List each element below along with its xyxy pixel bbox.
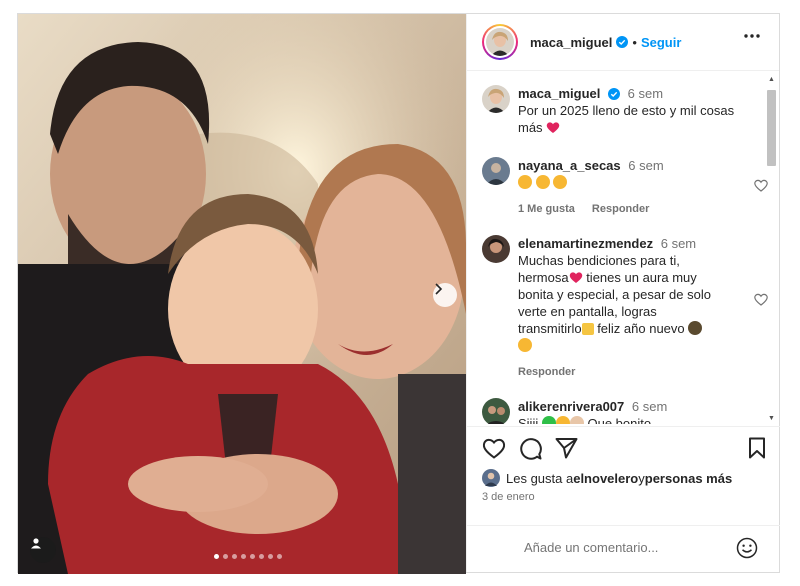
author-avatar-ring[interactable]	[482, 24, 518, 60]
carousel-dot	[223, 554, 228, 559]
comment-icon[interactable]	[519, 437, 542, 460]
comment-text-line: transmitirlo	[518, 321, 582, 336]
comment-time[interactable]: 6 sem	[628, 158, 663, 173]
comment-text-head: Siiii	[518, 416, 539, 424]
comment-text-line: hermosa	[518, 270, 569, 285]
comment-item: nayana_a_secas 6 sem 1 Me gusta Responde…	[482, 157, 768, 218]
comment-item: alikerenrivera007 6 sem Siiii Que bonito	[482, 398, 752, 424]
more-horizontal-icon[interactable]	[743, 33, 761, 39]
send-icon[interactable]	[555, 437, 578, 459]
carousel-dot	[259, 554, 264, 559]
likes-prefix: Les gusta a	[506, 470, 574, 486]
heart-icon[interactable]	[482, 437, 506, 459]
post-header: maca_miguel • Seguir	[467, 14, 779, 71]
smiling-emoji-icon	[518, 338, 532, 352]
carousel-indicator	[214, 554, 282, 559]
verified-badge-icon	[608, 88, 620, 100]
reply-button[interactable]: Responder	[592, 203, 649, 215]
red-heart-emoji-icon	[546, 122, 560, 133]
reply-button[interactable]: Responder	[518, 366, 575, 378]
post-side-panel: maca_miguel • Seguir maca_miguel 6 sem P…	[466, 14, 780, 572]
comment-input[interactable]	[524, 540, 724, 555]
comment-text-tail: Que bonito	[587, 416, 652, 424]
avatar	[486, 28, 514, 56]
comment-username[interactable]: nayana_a_secas	[518, 158, 621, 173]
smiling-emoji-icon	[555, 416, 570, 424]
carousel-dot	[241, 554, 246, 559]
comment-text-line: Muchas bendiciones para ti,	[518, 253, 680, 268]
likes-others[interactable]: personas más	[645, 471, 732, 486]
likes-user[interactable]: elnovelero	[573, 471, 638, 486]
carousel-dot	[232, 554, 237, 559]
post-actions	[467, 426, 780, 464]
comment-text-line: bonita y especial, a pesar de solo	[518, 287, 711, 302]
header-separator: •	[632, 34, 637, 50]
carousel-dot	[277, 554, 282, 559]
caption: maca_miguel 6 sem Por un 2025 lleno de e…	[482, 85, 752, 136]
follow-button[interactable]: Seguir	[641, 35, 681, 50]
post-date[interactable]: 3 de enero	[482, 491, 535, 503]
comment-username[interactable]: elenamartinezmendez	[518, 236, 653, 251]
photo-illustration	[18, 14, 466, 574]
carousel-dot	[214, 554, 219, 559]
post-photo[interactable]	[18, 14, 466, 574]
bookmark-icon[interactable]	[748, 437, 766, 459]
author-username[interactable]: maca_miguel	[530, 35, 612, 50]
comments-scrollbar[interactable]: ▲ ▼	[765, 76, 777, 422]
smiley-icon[interactable]	[736, 537, 758, 559]
comment-username[interactable]: alikerenrivera007	[518, 399, 624, 414]
comments-list[interactable]: maca_miguel 6 sem Por un 2025 lleno de e…	[467, 72, 780, 424]
verified-badge-icon	[616, 36, 629, 48]
party-emoji-icon	[688, 321, 703, 335]
user-tag-icon	[31, 538, 41, 549]
comment-text-line: verte en pantalla, logras	[518, 304, 657, 319]
add-comment-bar	[467, 525, 780, 572]
chevron-right-icon	[435, 283, 443, 295]
comment-likes-count[interactable]: 1 Me gusta	[518, 203, 575, 215]
scrollbar-thumb[interactable]	[767, 90, 776, 166]
carousel-next-button[interactable]	[433, 283, 457, 307]
avatar	[482, 469, 500, 487]
praying-hands-emoji-icon	[569, 416, 584, 424]
comment-item: elenamartinezmendez 6 sem Muchas bendici…	[482, 235, 768, 381]
user-tag-button[interactable]	[30, 537, 56, 563]
star-eyes-emoji-icon	[518, 175, 568, 190]
carousel-dot	[250, 554, 255, 559]
avatar[interactable]	[482, 157, 510, 185]
avatar[interactable]	[482, 235, 510, 263]
comment-text-line: tienes un aura muy	[582, 270, 697, 285]
comment-text-line: feliz año nuevo	[593, 321, 685, 336]
carousel-dot	[268, 554, 273, 559]
comment-time[interactable]: 6 sem	[632, 399, 667, 414]
avatar[interactable]	[482, 85, 510, 113]
caption-time[interactable]: 6 sem	[628, 86, 663, 101]
post-dialog: maca_miguel • Seguir maca_miguel 6 sem P…	[17, 13, 780, 574]
comment-time[interactable]: 6 sem	[661, 236, 696, 251]
red-heart-emoji-icon	[569, 272, 582, 283]
sparkles-emoji-icon	[581, 323, 594, 335]
likes-summary[interactable]: Les gusta a elnovelero y personas más	[482, 469, 732, 487]
avatar[interactable]	[482, 398, 510, 424]
caption-username[interactable]: maca_miguel	[518, 86, 600, 101]
green-heart-emoji-icon	[541, 416, 556, 424]
